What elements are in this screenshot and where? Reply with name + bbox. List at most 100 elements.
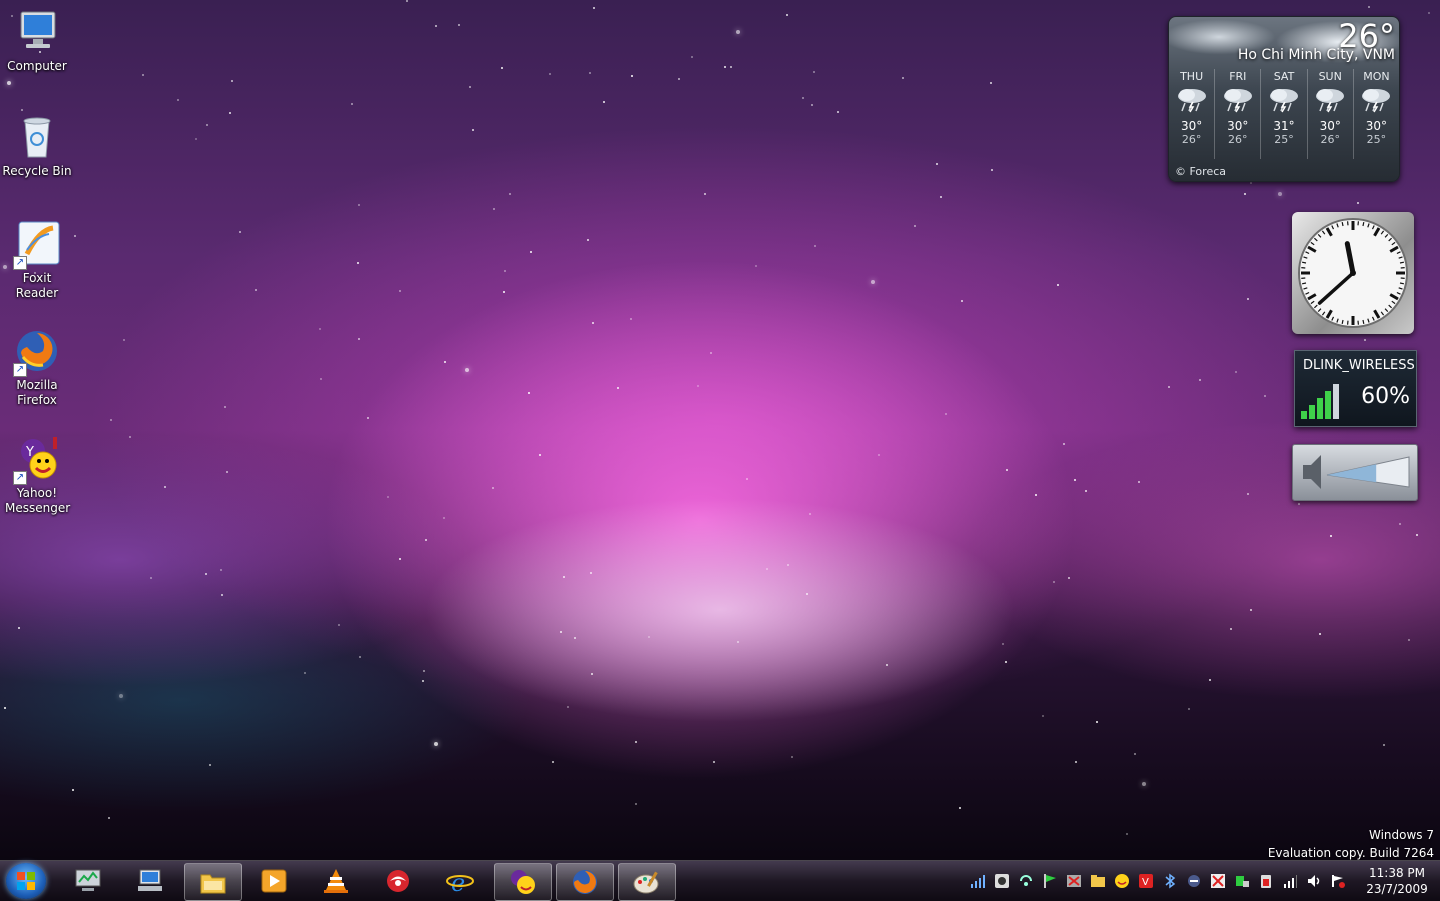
star bbox=[945, 413, 947, 415]
star bbox=[7, 81, 11, 85]
star bbox=[736, 30, 740, 34]
paint-icon bbox=[633, 869, 661, 895]
weather-gadget[interactable]: 26° Ho Chi Minh City, VNM THU 30° 26° FR… bbox=[1168, 16, 1400, 182]
volume-gadget[interactable] bbox=[1292, 444, 1418, 501]
taskbar-firefox[interactable] bbox=[556, 863, 614, 901]
star bbox=[1085, 490, 1087, 492]
action-center-icon[interactable] bbox=[1330, 873, 1346, 889]
speaker-icon bbox=[1303, 455, 1321, 489]
power-icon[interactable] bbox=[1258, 873, 1274, 889]
yahoo-messenger-icon: Y ↗ bbox=[13, 435, 61, 483]
star bbox=[1074, 479, 1076, 481]
star bbox=[110, 419, 112, 421]
signal-strength: 60% bbox=[1361, 384, 1410, 409]
star bbox=[224, 406, 226, 408]
sync-icon[interactable] bbox=[1018, 873, 1034, 889]
weather-city: Ho Chi Minh City, VNM bbox=[1238, 47, 1395, 63]
nero-icon bbox=[384, 868, 412, 894]
shortcut-arrow-icon: ↗ bbox=[13, 256, 27, 270]
network-computer-icon bbox=[136, 868, 164, 894]
desktop-icon-foxit-reader[interactable]: ↗ Foxit Reader bbox=[2, 220, 72, 301]
star bbox=[357, 262, 359, 264]
network-disabled-icon[interactable] bbox=[1066, 873, 1082, 889]
recycle-bin-icon bbox=[13, 113, 61, 161]
vlc-icon bbox=[322, 868, 350, 894]
star bbox=[1199, 379, 1201, 381]
signal-strength-icon[interactable] bbox=[970, 873, 986, 889]
windows-watermark: Windows 7 Evaluation copy. Build 7264 bbox=[1268, 826, 1434, 862]
taskbar-clock[interactable]: 11:38 PM 23/7/2009 bbox=[1362, 865, 1432, 897]
internet-explorer-icon: e bbox=[446, 868, 474, 894]
star bbox=[1408, 639, 1410, 641]
taskbar-internet-explorer[interactable]: e bbox=[432, 863, 488, 899]
taskbar-nero[interactable] bbox=[370, 863, 426, 899]
star bbox=[206, 124, 208, 126]
taskbar-yahoo-messenger[interactable] bbox=[494, 863, 552, 901]
taskbar-media-player[interactable] bbox=[246, 863, 302, 899]
forecast-day: THU 30° 26° bbox=[1169, 69, 1215, 159]
taskbar: e V 11:38 PM 23/7/2009 bbox=[0, 860, 1440, 901]
star bbox=[560, 631, 562, 633]
star bbox=[697, 385, 699, 387]
start-button[interactable] bbox=[6, 863, 46, 899]
star bbox=[1209, 679, 1211, 681]
star bbox=[435, 25, 437, 27]
taskbar-windows-explorer[interactable] bbox=[184, 863, 242, 901]
windows-explorer-icon bbox=[199, 869, 227, 895]
desktop-icon-computer[interactable]: Computer bbox=[2, 8, 72, 74]
star bbox=[304, 672, 306, 674]
star bbox=[493, 208, 495, 210]
star bbox=[959, 807, 961, 809]
taskbar-date: 23/7/2009 bbox=[1362, 881, 1432, 897]
star bbox=[399, 558, 401, 560]
error-icon[interactable] bbox=[1210, 873, 1226, 889]
star bbox=[802, 97, 804, 99]
thunderstorm-icon bbox=[1221, 87, 1255, 113]
star bbox=[902, 77, 904, 79]
star bbox=[730, 66, 732, 68]
desktop-icon-recycle-bin[interactable]: Recycle Bin bbox=[2, 113, 72, 179]
shortcut-arrow-icon: ↗ bbox=[13, 363, 27, 377]
wireless-ssid: DLINK_WIRELESS bbox=[1303, 358, 1415, 373]
monitor-tray-icon[interactable] bbox=[1186, 873, 1202, 889]
foxit-reader-icon: ↗ bbox=[13, 220, 61, 268]
app-tray-icon[interactable]: V bbox=[1138, 873, 1154, 889]
star bbox=[501, 67, 503, 69]
star bbox=[528, 392, 530, 394]
taskbar-network[interactable] bbox=[122, 863, 178, 899]
star bbox=[590, 572, 592, 574]
thunderstorm-icon bbox=[1313, 87, 1347, 113]
taskbar-system-monitor[interactable] bbox=[60, 863, 116, 899]
desktop-icon-yahoo-messenger[interactable]: Y ↗ Yahoo! Messenger bbox=[2, 435, 72, 516]
action-center-flag-icon[interactable] bbox=[1042, 873, 1058, 889]
star bbox=[1057, 284, 1059, 286]
star bbox=[1142, 782, 1146, 786]
star bbox=[1428, 12, 1430, 14]
weather-credit-link[interactable]: © Foreca bbox=[1175, 165, 1226, 178]
forecast-row: THU 30° 26° FRI 30° 26° SAT 31° 25° SUN … bbox=[1169, 69, 1399, 159]
taskbar-paint[interactable] bbox=[618, 863, 676, 901]
star bbox=[351, 103, 353, 105]
volume-tray-icon[interactable] bbox=[1306, 873, 1322, 889]
star bbox=[399, 290, 401, 292]
volume-slider[interactable] bbox=[1293, 445, 1417, 500]
safely-remove-icon[interactable] bbox=[1234, 873, 1250, 889]
wireless-gadget[interactable]: DLINK_WIRELESS 60% bbox=[1294, 350, 1417, 427]
taskbar-vlc[interactable] bbox=[308, 863, 364, 899]
svg-text:e: e bbox=[451, 869, 465, 894]
messenger-smiley-icon[interactable] bbox=[1114, 873, 1130, 889]
antivirus-icon[interactable] bbox=[994, 873, 1010, 889]
star bbox=[786, 14, 788, 16]
svg-text:V: V bbox=[1142, 877, 1149, 888]
star bbox=[1063, 443, 1065, 445]
star bbox=[469, 86, 471, 88]
system-tray: V bbox=[966, 861, 1356, 901]
folder-sync-icon[interactable] bbox=[1090, 873, 1106, 889]
bluetooth-icon[interactable] bbox=[1162, 873, 1178, 889]
forecast-day: SUN 30° 26° bbox=[1308, 69, 1354, 159]
wifi-tray-icon[interactable] bbox=[1282, 873, 1298, 889]
star bbox=[678, 78, 680, 80]
desktop-icon-firefox[interactable]: ↗ Mozilla Firefox bbox=[2, 327, 72, 408]
clock-gadget[interactable] bbox=[1292, 212, 1414, 334]
star bbox=[1416, 534, 1418, 536]
